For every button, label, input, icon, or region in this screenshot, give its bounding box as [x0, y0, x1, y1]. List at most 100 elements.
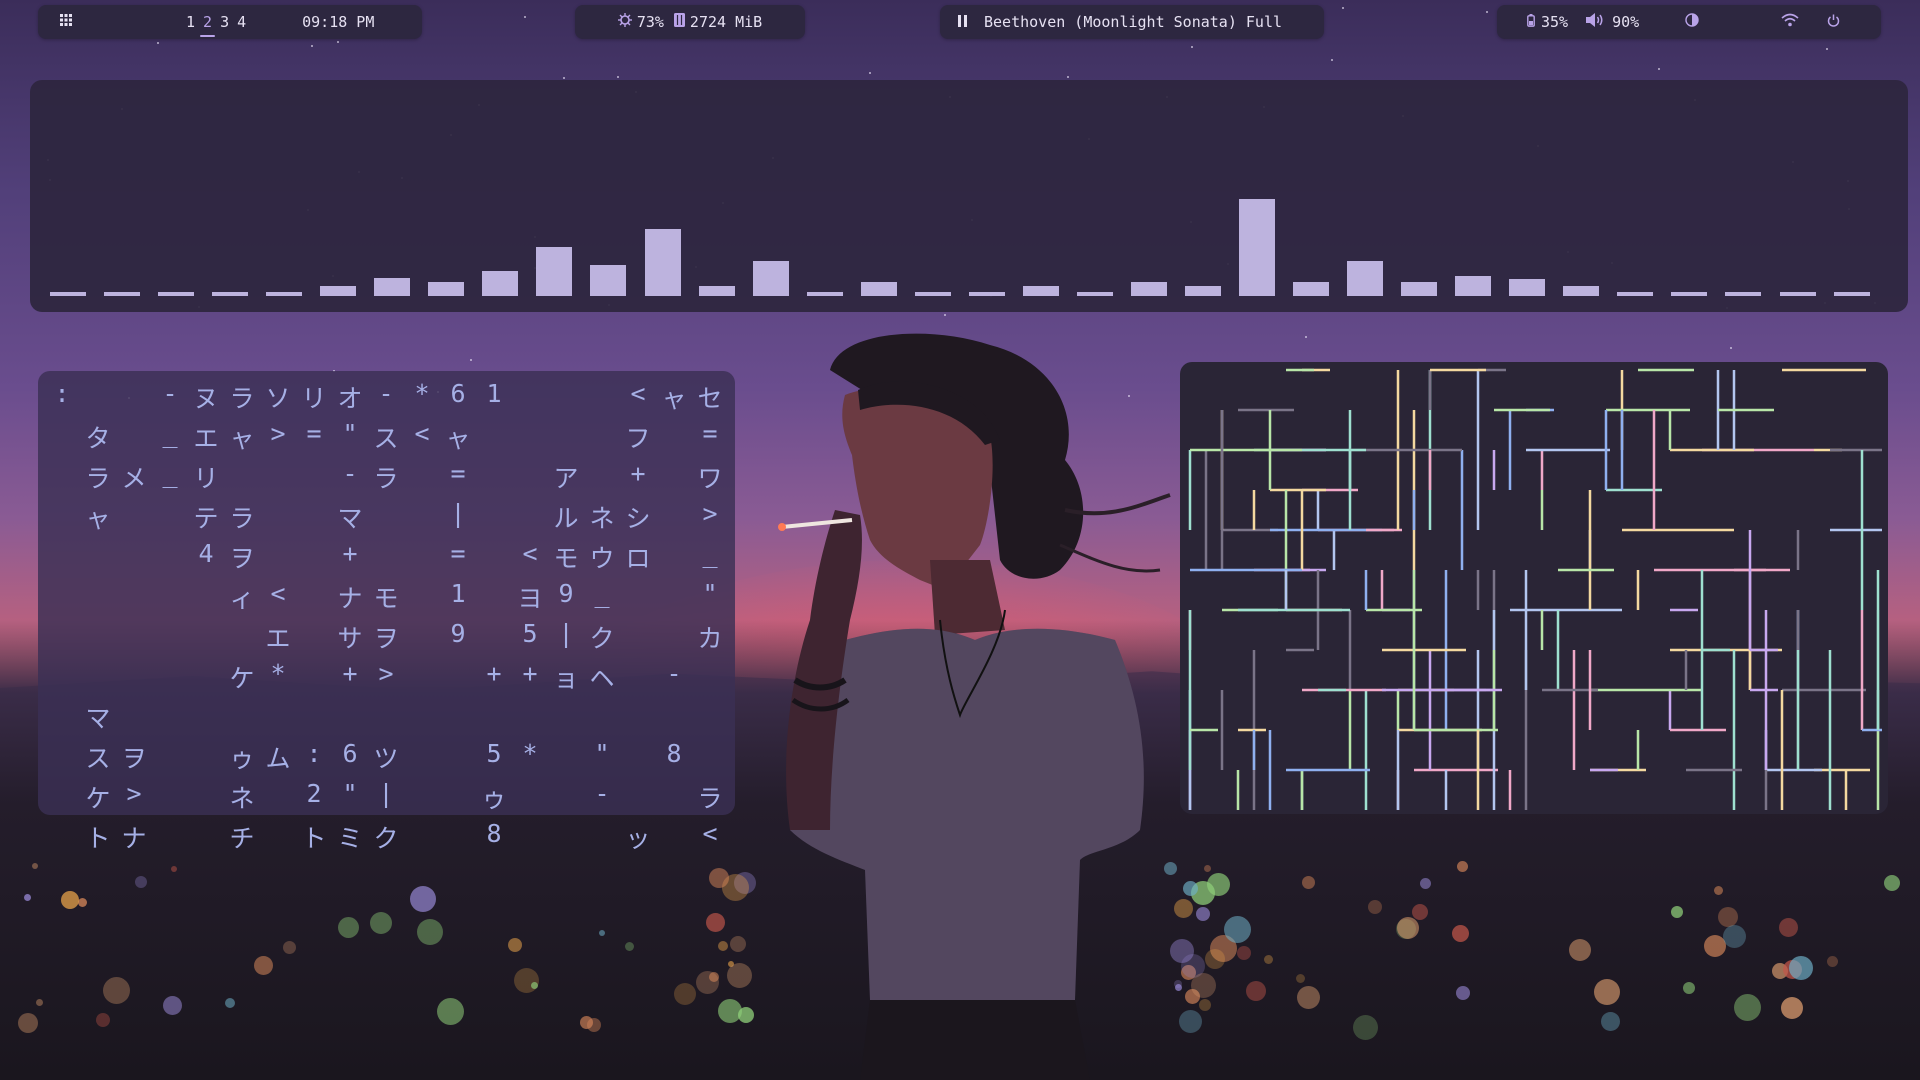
- matrix-glyph: ャ: [661, 384, 687, 413]
- matrix-glyph: +: [630, 459, 646, 488]
- visualizer-bar: [1617, 292, 1654, 296]
- matrix-glyph: *: [522, 739, 538, 768]
- matrix-glyph: 5: [486, 739, 502, 768]
- audio-visualizer-widget: [30, 80, 1908, 312]
- workspace-1[interactable]: 1: [186, 13, 195, 31]
- matrix-glyph: ケ: [85, 784, 111, 813]
- matrix-glyph: ヲ: [121, 744, 147, 773]
- matrix-glyph: ": [702, 579, 718, 608]
- visualizer-bar: [752, 261, 789, 296]
- volume-level: 90%: [1612, 13, 1640, 31]
- visualizer-bar: [158, 292, 195, 296]
- visualizer-bar: [860, 282, 897, 296]
- matrix-glyph: エ: [193, 424, 219, 453]
- matrix-glyph: <: [702, 819, 718, 848]
- matrix-glyph: _: [702, 539, 718, 568]
- pause-icon[interactable]: [958, 13, 968, 31]
- matrix-glyph: ヨ: [517, 584, 543, 613]
- volume-icon[interactable]: [1586, 13, 1604, 31]
- grid-icon[interactable]: [60, 14, 72, 30]
- matrix-glyph: ク: [373, 824, 399, 853]
- workspace-2[interactable]: 2: [200, 13, 216, 37]
- matrix-glyph: -: [594, 779, 610, 808]
- memory-icon: [673, 13, 685, 31]
- matrix-glyph: *: [414, 379, 430, 408]
- visualizer-bar: [1509, 279, 1546, 296]
- visualizer-bar: [968, 292, 1005, 296]
- matrix-glyph: ヲ: [229, 544, 255, 573]
- matrix-glyph: 4: [198, 539, 214, 568]
- matrix-glyph: ィ: [229, 584, 255, 613]
- visualizer-bar: [1563, 286, 1600, 296]
- matrix-glyph: =: [450, 539, 466, 568]
- visualizer-bar: [1076, 292, 1113, 296]
- matrix-glyph: :: [54, 379, 70, 408]
- matrix-glyph: <: [522, 539, 538, 568]
- matrix-glyph: +: [342, 659, 358, 688]
- matrix-glyph: ャ: [229, 424, 255, 453]
- matrix-glyph: ト: [85, 824, 111, 853]
- matrix-glyph: サ: [337, 624, 363, 653]
- matrix-glyph: ラ: [229, 504, 255, 533]
- visualizer-bar: [1239, 199, 1276, 296]
- power-icon[interactable]: [1827, 13, 1840, 31]
- visualizer-bar: [1184, 286, 1221, 296]
- visualizer-bar: [1401, 282, 1438, 296]
- matrix-glyph: ラ: [373, 464, 399, 493]
- visualizer-bar: [1022, 286, 1059, 296]
- matrix-glyph: ヘ: [589, 664, 615, 693]
- matrix-glyph: |: [558, 619, 574, 648]
- matrix-glyph: ミ: [337, 824, 363, 853]
- matrix-glyph: |: [450, 499, 466, 528]
- matrix-glyph: =: [450, 459, 466, 488]
- matrix-glyph: タ: [85, 424, 111, 453]
- matrix-glyph: =: [306, 419, 322, 448]
- matrix-glyph: ネ: [229, 784, 255, 813]
- workspace-3[interactable]: 3: [220, 13, 229, 31]
- matrix-glyph: |: [378, 779, 394, 808]
- pipes-screensaver-widget: [1180, 362, 1888, 814]
- matrix-glyph: +: [486, 659, 502, 688]
- visualizer-bar: [1455, 276, 1492, 296]
- workspace-4[interactable]: 4: [237, 13, 246, 31]
- battery-icon: [1527, 13, 1535, 31]
- cpu-indicator: 73%: [617, 13, 664, 31]
- matrix-glyph: 5: [522, 619, 538, 648]
- matrix-glyph: *: [270, 659, 286, 688]
- matrix-glyph: モ: [373, 584, 399, 613]
- matrix-glyph: 9: [450, 619, 466, 648]
- workspace-switcher: 1234: [182, 13, 250, 37]
- matrix-glyph: ム: [265, 744, 291, 773]
- matrix-glyph: 8: [666, 739, 682, 768]
- matrix-glyph: 9: [558, 579, 574, 608]
- topbar-status-tray: 35% 90%: [1497, 5, 1881, 39]
- brightness-icon[interactable]: [1685, 13, 1699, 31]
- battery-level: 35%: [1541, 13, 1569, 31]
- topbar-workspaces-clock: 1234 09:18 PM: [38, 5, 422, 39]
- matrix-glyph: -: [342, 459, 358, 488]
- matrix-glyph: ア: [553, 464, 579, 493]
- visualizer-bar: [1671, 292, 1708, 296]
- visualizer-bar: [482, 271, 519, 296]
- matrix-glyph: ナ: [121, 824, 147, 853]
- matrix-glyph: <: [414, 419, 430, 448]
- matrix-glyph: テ: [193, 504, 219, 533]
- pipes-canvas: [1188, 368, 1882, 810]
- matrix-glyph: <: [630, 379, 646, 408]
- visualizer-bars: [50, 156, 1870, 296]
- media-title[interactable]: Beethoven (Moonlight Sonata) Full: [984, 13, 1282, 31]
- wifi-icon[interactable]: [1781, 13, 1799, 31]
- visualizer-bar: [1725, 292, 1762, 296]
- matrix-glyph: フ: [625, 424, 651, 453]
- cpu-usage: 73%: [636, 13, 664, 31]
- matrix-glyph: ": [594, 739, 610, 768]
- matrix-glyph: ソ: [265, 384, 291, 413]
- matrix-glyph: マ: [85, 704, 111, 733]
- matrix-glyph: 1: [486, 379, 502, 408]
- visualizer-bar: [644, 229, 681, 296]
- matrix-glyph: _: [162, 419, 178, 448]
- matrix-glyph: ッ: [625, 824, 651, 853]
- matrix-glyph: ウ: [589, 544, 615, 573]
- matrix-glyph: 1: [450, 579, 466, 608]
- matrix-glyph: >: [378, 659, 394, 688]
